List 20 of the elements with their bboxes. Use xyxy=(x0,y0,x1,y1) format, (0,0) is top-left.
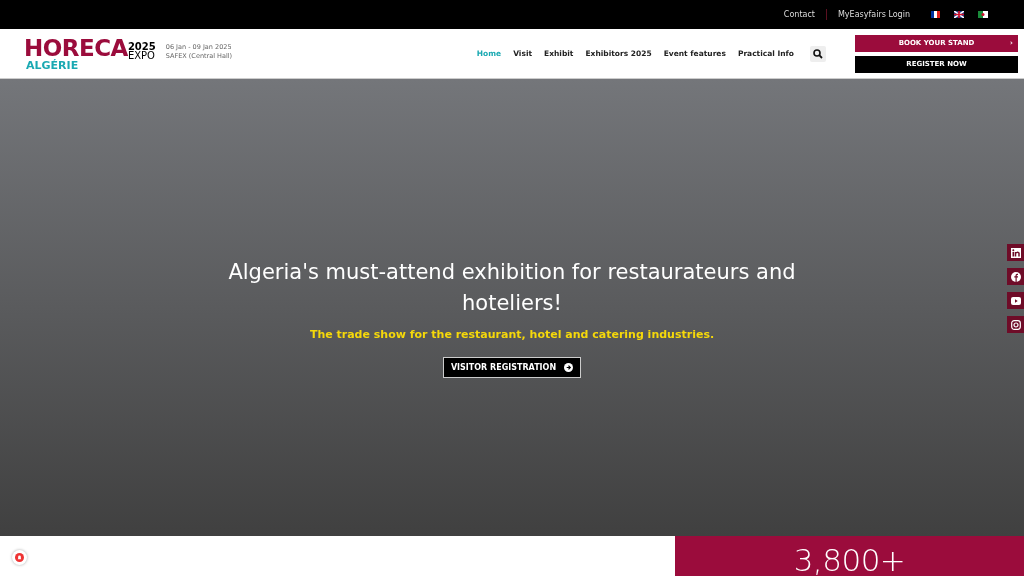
instagram-icon[interactable] xyxy=(1007,316,1024,333)
stat-value: 3,800+ xyxy=(793,542,906,576)
contact-link[interactable]: Contact xyxy=(772,10,826,19)
logo-year: 2025 xyxy=(127,41,156,51)
logo-country: ALGÉRIE xyxy=(26,59,80,71)
search-button[interactable] xyxy=(810,45,826,62)
notification-bell-button[interactable] xyxy=(12,550,27,565)
hero-subtitle: The trade show for the restaurant, hotel and catering industries. xyxy=(309,327,715,341)
hero-title: Algeria's must-attend exhibition for restaurateurs and hoteliers! xyxy=(227,259,797,317)
logo-expo: EXPO xyxy=(127,50,156,60)
arrow-circle-icon xyxy=(564,362,574,372)
logo-wordmark[interactable]: HORECA xyxy=(24,36,128,60)
flag-icon[interactable] xyxy=(931,11,940,18)
facebook-icon[interactable] xyxy=(1007,268,1024,285)
linkedin-icon[interactable] xyxy=(1007,244,1024,261)
flag-icon[interactable] xyxy=(978,11,988,18)
flag-icon[interactable] xyxy=(954,11,964,18)
youtube-icon[interactable] xyxy=(1007,292,1024,309)
visitor-registration-button[interactable]: VISITOR REGISTRATION xyxy=(442,356,582,378)
login-link[interactable]: MyEasyfairs Login xyxy=(826,10,921,19)
